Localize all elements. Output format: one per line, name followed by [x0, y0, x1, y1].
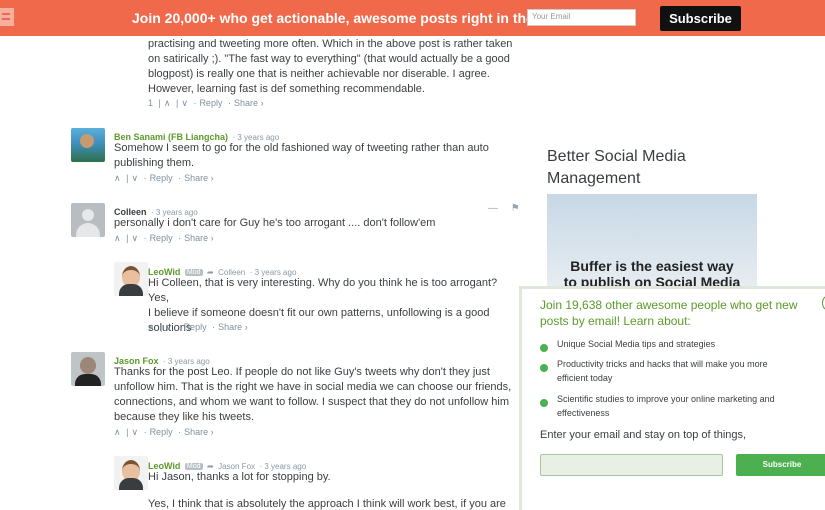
upvote-icon[interactable]: ∧	[164, 98, 171, 108]
ad-text: Buffer is the easiest way to publish on …	[563, 258, 741, 286]
share-link[interactable]: Share ›	[184, 233, 214, 243]
banner-promo-text: Join 20,000+ who get actionable, awesome…	[132, 10, 585, 26]
banner-email-input[interactable]: Your Email	[527, 9, 636, 26]
sidebar-ad[interactable]: Buffer is the easiest way to publish on …	[547, 194, 757, 286]
moderator-badge: Mod	[184, 463, 203, 470]
comment-body: Somehow I seem to go for the old fashion…	[114, 142, 489, 169]
comment-actions: ∧ | ∨ · Reply · Share ›	[114, 233, 214, 243]
upvote-icon[interactable]: ∧	[114, 427, 121, 437]
comment-actions: ∧ | ∨ · Reply · Share ›	[114, 173, 214, 183]
flag-icon[interactable]: ⚑	[511, 203, 520, 214]
share-link[interactable]: Share ›	[234, 98, 264, 108]
reply-link[interactable]: Reply	[150, 233, 173, 243]
avatar[interactable]	[114, 262, 148, 296]
avatar[interactable]	[114, 456, 148, 490]
downvote-icon[interactable]: ∨	[131, 233, 138, 243]
reply-link[interactable]: Reply	[150, 173, 173, 183]
comment-actions: 1 | ∧ | ∨ · Reply · Share ›	[148, 98, 264, 108]
upvote-icon[interactable]: ∧	[148, 322, 155, 332]
upvote-count: 1	[148, 98, 154, 108]
comment-body: Thanks for the post Leo. If people do no…	[114, 366, 512, 423]
comment-actions: ∧ | ∨ · Reply · Share ›	[148, 322, 248, 332]
upvote-icon[interactable]: ∧	[114, 233, 121, 243]
bullet-icon	[540, 399, 548, 407]
share-link[interactable]: Share ›	[184, 427, 214, 437]
reply-link[interactable]: Reply	[199, 98, 222, 108]
reply-link[interactable]: Reply	[184, 322, 207, 332]
upvote-icon[interactable]: ∧	[114, 173, 121, 183]
share-link[interactable]: Share ›	[184, 173, 214, 183]
popup-bullet-text: Scientific studies to improve your onlin…	[557, 394, 775, 418]
top-banner: Join 20,000+ who get actionable, awesome…	[0, 0, 825, 36]
bullet-icon	[540, 344, 548, 352]
popup-headline: Join 19,638 other awesome people who get…	[540, 298, 798, 328]
moderator-badge: Mod	[184, 269, 203, 276]
popup-cta-text: Enter your email and stay on top of thin…	[540, 429, 747, 441]
avatar[interactable]	[71, 352, 105, 386]
share-link[interactable]: Share ›	[218, 322, 248, 332]
downvote-icon[interactable]: ∨	[131, 173, 138, 183]
collapse-icon[interactable]: —	[488, 203, 498, 214]
sidebar-title: Better Social Media Management	[547, 148, 686, 187]
banner-subscribe-button[interactable]: Subscribe	[660, 6, 741, 31]
popup-email-input[interactable]	[540, 454, 723, 476]
comment-options: — ⚑	[488, 203, 520, 214]
comment-actions: ∧ | ∨ · Reply · Share ›	[114, 427, 214, 437]
logo-icon	[0, 8, 14, 26]
avatar[interactable]	[71, 128, 105, 162]
downvote-icon[interactable]: ∨	[131, 427, 138, 437]
comment-body: Hi Jason, thanks a lot for stopping by. …	[148, 471, 506, 510]
downvote-icon[interactable]: ∨	[165, 322, 172, 332]
popup-subscribe-button[interactable]: Subscribe	[736, 454, 825, 476]
subscribe-popup: Join 19,638 other awesome people who get…	[519, 286, 825, 510]
popup-bullet-text: Productivity tricks and hacks that will …	[557, 359, 768, 383]
downvote-icon[interactable]: ∨	[181, 98, 188, 108]
comment-body: practising and tweeting more often. Whic…	[148, 38, 513, 95]
bullet-icon	[540, 364, 548, 372]
popup-bullet-text: Unique Social Media tips and strategies	[557, 339, 716, 349]
comment-body: personally i don't care for Guy he's too…	[114, 217, 436, 229]
avatar[interactable]	[71, 203, 105, 237]
reply-link[interactable]: Reply	[150, 427, 173, 437]
